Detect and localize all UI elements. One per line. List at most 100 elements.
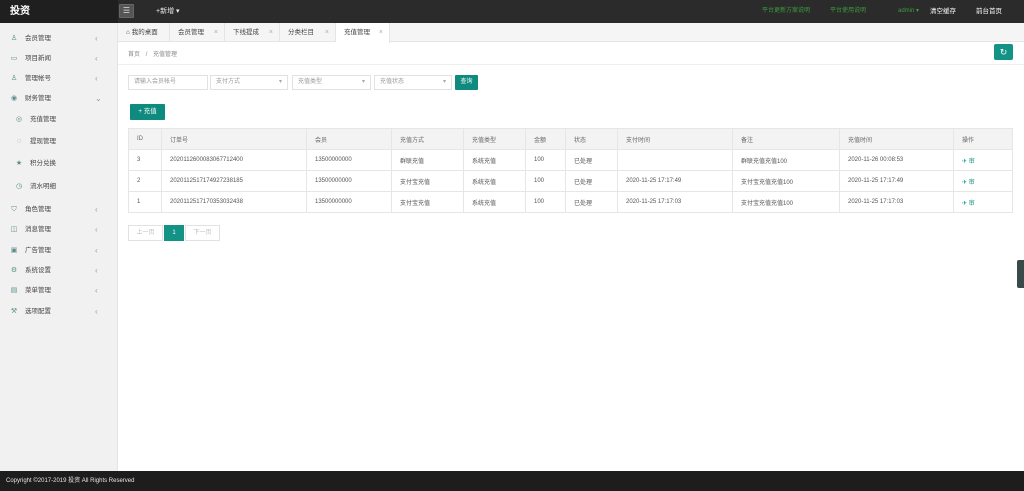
- update-notes-link[interactable]: 平台更新方案说明: [762, 0, 810, 23]
- cell-remark: 支付宝充值充值100: [732, 170, 840, 192]
- column-header: 订单号: [161, 128, 307, 150]
- sidebar-item-withdraw[interactable]: ◌ 提现管理: [0, 132, 118, 152]
- refresh-icon: ↻: [999, 47, 1008, 57]
- options-icon: ⚒: [10, 308, 18, 315]
- refresh-button[interactable]: ↻: [994, 44, 1013, 60]
- footer: Copyright ©2017-2019 投资 All Rights Reser…: [0, 471, 1024, 491]
- sidebar-item-news[interactable]: ▭ 项目新闻 ‹: [0, 49, 118, 69]
- cell-amount: 100: [525, 170, 566, 192]
- next-page-button[interactable]: 下一页: [185, 225, 220, 241]
- sidebar-item-members[interactable]: ♙ 会员管理 ‹: [0, 29, 118, 49]
- close-icon[interactable]: ×: [269, 23, 273, 42]
- user-menu[interactable]: admin ▾: [898, 0, 919, 23]
- admin-icon: ♙: [10, 75, 18, 82]
- chevron-left-icon: ‹: [95, 286, 98, 295]
- role-icon: ⛉: [11, 206, 17, 213]
- sidebar-item-points[interactable]: ★ 积分兑换: [0, 154, 118, 174]
- cell-status: 已处理: [565, 149, 618, 171]
- cell-member: 13500000000: [306, 149, 392, 171]
- cell-status: 已处理: [565, 191, 618, 213]
- query-button[interactable]: 查询: [455, 75, 478, 90]
- tab-members[interactable]: 会员管理 ×: [170, 23, 225, 42]
- cell-pay-time: 2020-11-25 17:17:49: [617, 170, 733, 192]
- message-icon: ◫: [10, 226, 18, 233]
- chevron-left-icon: ‹: [95, 266, 98, 275]
- column-header: 充值时间: [839, 128, 954, 150]
- clear-cache-link[interactable]: 清空缓存: [930, 0, 956, 23]
- chevron-down-icon: ▾: [278, 79, 282, 85]
- column-header: 操作: [953, 128, 1013, 150]
- cell-member: 13500000000: [306, 191, 392, 213]
- new-menu-button[interactable]: +新增 ▾: [156, 0, 180, 23]
- pay-method-select[interactable]: 支付方式 ▾: [210, 75, 288, 90]
- cell-recharge-time: 2020-11-25 17:17:49: [839, 170, 954, 192]
- cell-recharge-time: 2020-11-26 00:08:53: [839, 149, 954, 171]
- recharge-type-select[interactable]: 充值类型 ▾: [292, 75, 371, 90]
- sidebar-item-messages[interactable]: ◫ 消息管理 ‹: [0, 220, 118, 240]
- app-logo[interactable]: 投资: [0, 0, 118, 23]
- table-row: 1 20201125171703530324​38 13500000000 支付…: [128, 191, 1013, 213]
- sidebar-item-flow[interactable]: ◷ 流水明细: [0, 177, 118, 197]
- menu-toggle-icon[interactable]: ☰: [119, 4, 134, 18]
- close-icon[interactable]: ×: [379, 23, 383, 42]
- withdraw-icon: ◌: [16, 138, 22, 145]
- usage-guide-link[interactable]: 平台使用说明: [830, 0, 866, 23]
- sidebar-item-settings[interactable]: ⚙ 系统设置 ‹: [0, 261, 118, 281]
- sidebar-item-roles[interactable]: ⛉ 角色管理 ‹: [0, 200, 118, 220]
- cell-method: 群联充值: [391, 149, 464, 171]
- close-icon[interactable]: ×: [325, 23, 329, 42]
- cell-status: 已处理: [565, 170, 618, 192]
- column-header: 支付时间: [617, 128, 733, 150]
- cell-order-no: 20201125171749272381​85: [161, 170, 307, 192]
- sidebar-item-options[interactable]: ⚒ 选项配置 ‹: [0, 302, 118, 322]
- ad-icon: ▣: [10, 247, 18, 254]
- review-action[interactable]: ✈ 审: [953, 149, 1013, 171]
- column-header: 备注: [732, 128, 840, 150]
- tab-categories[interactable]: 分类栏目 ×: [280, 23, 336, 42]
- page-button-current[interactable]: 1: [164, 225, 184, 241]
- cell-type: 系统充值: [463, 191, 526, 213]
- settings-icon: ⚙: [10, 267, 18, 274]
- cell-order-no: 20201125171703530324​38: [161, 191, 307, 213]
- chevron-down-icon: ▾: [361, 79, 365, 85]
- tab-commission[interactable]: 下线提成 ×: [225, 23, 280, 42]
- recharge-status-select[interactable]: 充值状态 ▾: [374, 75, 452, 90]
- sidebar-item-admin[interactable]: ♙ 管理帐号 ‹: [0, 69, 118, 89]
- breadcrumb-home[interactable]: 首页: [128, 52, 140, 58]
- chevron-down-icon: ▾: [442, 79, 446, 85]
- prev-page-button[interactable]: 上一页: [128, 225, 163, 241]
- cell-pay-time: 2020-11-25 17:17:03: [617, 191, 733, 213]
- cell-member: 13500000000: [306, 170, 392, 192]
- cell-id: 1: [128, 191, 162, 213]
- side-scroll-handle[interactable]: [1017, 260, 1024, 288]
- chevron-left-icon: ‹: [95, 54, 98, 63]
- chevron-left-icon: ‹: [95, 205, 98, 214]
- chevron-left-icon: ‹: [95, 34, 98, 43]
- chevron-left-icon: ‹: [95, 74, 98, 83]
- review-action[interactable]: ✈ 审: [953, 191, 1013, 213]
- sidebar-item-finance[interactable]: ◉ 财务管理 ⌄: [0, 89, 118, 109]
- sidebar-item-menus[interactable]: ▤ 菜单管理 ‹: [0, 281, 118, 301]
- finance-icon: ◉: [10, 95, 18, 102]
- breadcrumb-separator: /: [145, 52, 148, 58]
- cell-recharge-time: 2020-11-25 17:17:03: [839, 191, 954, 213]
- review-action[interactable]: ✈ 审: [953, 170, 1013, 192]
- tab-desktop[interactable]: ⌂ 我的桌面: [118, 23, 170, 42]
- frontend-home-link[interactable]: 前台首页: [976, 0, 1002, 23]
- divider: [118, 64, 1024, 65]
- news-icon: ▭: [10, 55, 18, 62]
- tab-recharge[interactable]: 充值管理 ×: [336, 23, 390, 43]
- account-search-input[interactable]: 请输入会员帐号: [128, 75, 208, 90]
- cell-type: 系统充值: [463, 149, 526, 171]
- table-row: 3 20201126000830677124​00 13500000000 群联…: [128, 149, 1013, 171]
- add-recharge-button[interactable]: + 充值: [130, 104, 165, 120]
- menu-list-icon: ▤: [10, 287, 18, 294]
- sidebar-item-ads[interactable]: ▣ 广告管理 ‹: [0, 241, 118, 261]
- sidebar-item-recharge[interactable]: ◎ 充值管理: [0, 110, 118, 130]
- breadcrumb-current: 充值管理: [153, 52, 178, 58]
- close-icon[interactable]: ×: [214, 23, 218, 42]
- chevron-down-icon: ⌄: [95, 94, 102, 103]
- sidebar: ♙ 会员管理 ‹ ▭ 项目新闻 ‹ ♙ 管理帐号 ‹ ◉ 财务管理 ⌄ ◎ 充值管理 ◌ 提现管理 …: [0, 23, 118, 471]
- cell-amount: 100: [525, 149, 566, 171]
- chevron-left-icon: ‹: [95, 246, 98, 255]
